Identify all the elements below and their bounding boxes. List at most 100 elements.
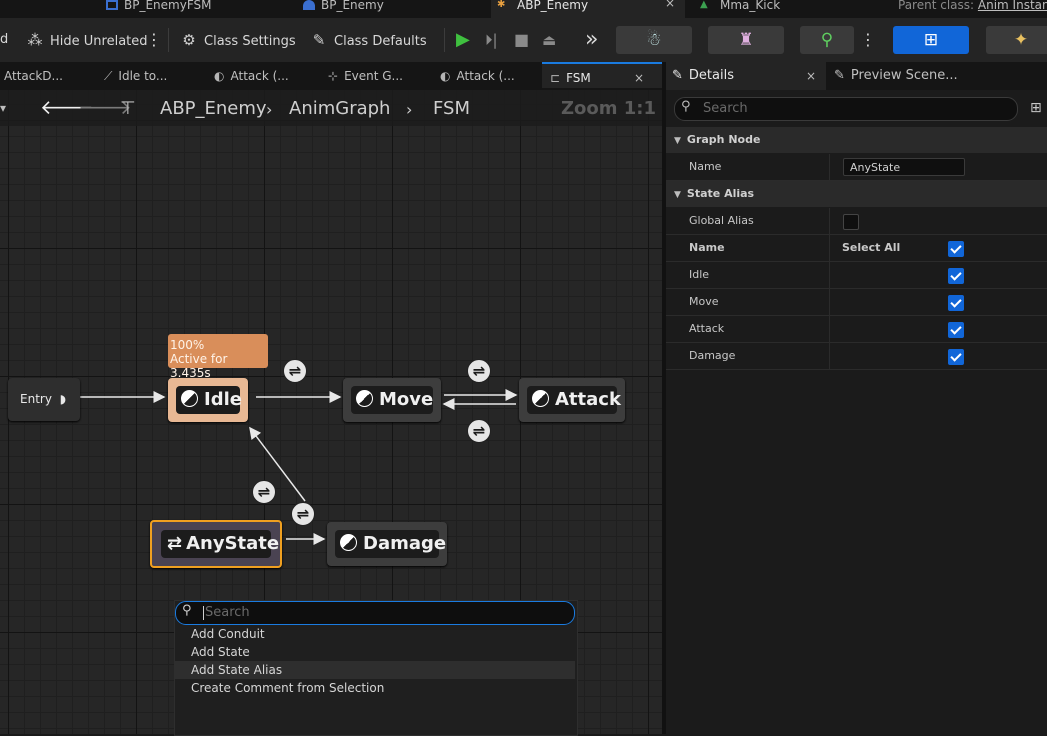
- section-graph-node[interactable]: ▼ Graph Node: [666, 127, 1047, 153]
- state-node-idle[interactable]: Idle: [168, 378, 248, 422]
- mesh-mode-button[interactable]: ♜: [708, 26, 784, 54]
- context-search-field[interactable]: ⚲ Search: [175, 601, 575, 625]
- blueprint-icon: [303, 0, 315, 10]
- doc-tab-event-graph[interactable]: ⊹ Event G...: [328, 62, 428, 90]
- text-cursor: [203, 606, 204, 620]
- eject-icon[interactable]: ⏏: [542, 26, 556, 54]
- row-state-attack: Attack: [666, 316, 1047, 343]
- state-node-damage[interactable]: Damage: [327, 522, 447, 566]
- skeleton-mode-button[interactable]: ☃: [616, 26, 692, 54]
- row-global-alias: Global Alias: [666, 208, 1047, 235]
- state-icon: ◐: [214, 69, 225, 83]
- breadcrumb-abp-enemy[interactable]: ABP_Enemy: [160, 98, 267, 119]
- blueprint-icon: [106, 0, 118, 10]
- transition-rule-icon[interactable]: ⇌: [283, 359, 307, 383]
- row-state-move: Move: [666, 289, 1047, 316]
- toolbar-divider: [168, 28, 169, 52]
- select-all-checkbox[interactable]: [948, 241, 964, 257]
- details-panel: ✎ Details × ✎ Preview Scene... ⚲ Search ⊞ …: [666, 62, 1047, 734]
- transition-rule-icon[interactable]: ⇌: [467, 359, 491, 383]
- state-machine-icon: ⊤: [120, 98, 136, 119]
- row-name: Name AnyState: [666, 154, 1047, 181]
- asset-tab-bp-enemy[interactable]: BP_Enemy: [303, 0, 473, 18]
- entry-output-pin-icon[interactable]: ◗: [60, 392, 66, 406]
- asset-tab-bar: BP_EnemyFSM BP_Enemy ✱ ABP_Enemy × ▲ Mma_K…: [0, 0, 1047, 18]
- state-icon: [181, 390, 198, 407]
- breadcrumb-animgraph[interactable]: AnimGraph: [289, 98, 390, 119]
- state-idle-checkbox[interactable]: [948, 268, 964, 284]
- breadcrumb-fsm[interactable]: FSM: [433, 98, 470, 119]
- mesh-icon: ♜: [738, 30, 754, 50]
- breadcrumb-bar: ▾ 🡐 🡒 ⊤ ABP_Enemy › AnimGraph › FSM Zoom…: [0, 90, 662, 126]
- transition-icon: ⟋: [104, 69, 113, 83]
- state-icon: [532, 390, 549, 407]
- graph-context-menu: ⚲ Search Add Conduit Add State Add State…: [174, 600, 578, 736]
- state-icon: [340, 534, 357, 551]
- transition-rule-icon[interactable]: ⇌: [252, 480, 276, 504]
- running-figure-icon: ⚲: [820, 30, 834, 50]
- row-state-idle: Idle: [666, 262, 1047, 289]
- pencil-ruler-icon: ✎: [312, 31, 326, 49]
- step-icon[interactable]: ⏵|: [485, 26, 498, 54]
- toolbar-cut-off-button[interactable]: d: [0, 26, 8, 54]
- state-node-move[interactable]: Move: [343, 378, 441, 422]
- animation-mode-button[interactable]: ⚲: [800, 26, 854, 54]
- doc-tab-attack-1[interactable]: ◐ Attack (...: [214, 62, 314, 90]
- history-dropdown-icon[interactable]: ▾: [0, 101, 6, 115]
- expand-toolbar-icon[interactable]: »: [585, 26, 598, 54]
- class-settings-button[interactable]: ⚙ Class Settings: [180, 26, 295, 54]
- play-icon[interactable]: ▶: [456, 26, 470, 54]
- doc-tab-attackd[interactable]: AttackD...: [4, 62, 94, 90]
- pencil-icon: ✎: [672, 68, 683, 83]
- transition-rule-icon[interactable]: ⇌: [291, 502, 315, 526]
- details-panel-tabs: ✎ Details × ✎ Preview Scene...: [666, 62, 1047, 90]
- hide-unrelated-button[interactable]: ⁂ Hide Unrelated: [26, 26, 148, 54]
- two-way-arrow-icon: ⇄: [167, 533, 183, 554]
- collapse-arrow-icon: ▼: [674, 136, 681, 146]
- state-node-attack[interactable]: Attack: [519, 378, 625, 422]
- hide-unrelated-options-icon[interactable]: ⋮: [146, 26, 162, 54]
- doc-tab-fsm[interactable]: ⊏ FSM ×: [542, 62, 662, 88]
- animation-mode-options-icon[interactable]: ⋮: [860, 26, 876, 54]
- state-node-anystate[interactable]: ⇄ AnyState: [150, 520, 282, 568]
- asset-tab-mma-kick[interactable]: ▲ Mma_Kick: [700, 0, 880, 18]
- search-icon: ⚲: [182, 603, 192, 618]
- section-state-alias[interactable]: ▼ State Alias: [666, 181, 1047, 207]
- event-graph-icon: ⊹: [328, 69, 339, 83]
- menu-item-add-conduit[interactable]: Add Conduit: [175, 625, 575, 643]
- idle-debug-bubble: 100% Active for 3.435s: [168, 334, 268, 380]
- close-tab-icon[interactable]: ×: [634, 64, 644, 92]
- doc-tab-attack-2[interactable]: ◐ Attack (...: [440, 62, 540, 90]
- doc-tab-idle-to[interactable]: ⟋ Idle to...: [104, 62, 204, 90]
- anim-blueprint-icon: ✱: [497, 0, 506, 10]
- tab-preview-scene[interactable]: ✎ Preview Scene...: [830, 62, 1010, 90]
- class-defaults-button[interactable]: ✎ Class Defaults: [310, 26, 427, 54]
- asset-tab-abp-enemy[interactable]: ✱ ABP_Enemy ×: [491, 0, 685, 18]
- pencil-icon: ✎: [834, 68, 845, 83]
- menu-item-create-comment[interactable]: Create Comment from Selection: [175, 679, 575, 697]
- state-move-checkbox[interactable]: [948, 295, 964, 311]
- collapse-arrow-icon: ▼: [674, 190, 681, 200]
- physics-icon: ✦: [1013, 30, 1029, 50]
- blueprint-mode-button[interactable]: ⊞: [893, 26, 969, 54]
- entry-node[interactable]: Entry ◗: [8, 378, 80, 421]
- close-tab-icon[interactable]: ×: [806, 62, 816, 90]
- row-state-damage: Damage: [666, 343, 1047, 370]
- asset-tab-bp-enemyfsm[interactable]: BP_EnemyFSM: [106, 0, 286, 18]
- close-tab-icon[interactable]: ×: [665, 0, 675, 9]
- property-matrix-icon[interactable]: ⊞: [1030, 100, 1042, 116]
- transition-rule-icon[interactable]: ⇌: [467, 419, 491, 443]
- physics-mode-button[interactable]: ✦: [986, 26, 1047, 54]
- details-search-input[interactable]: ⚲ Search: [674, 97, 1018, 121]
- menu-item-add-state-alias[interactable]: Add State Alias: [175, 661, 575, 679]
- stop-icon[interactable]: ■: [514, 26, 529, 54]
- global-alias-checkbox[interactable]: [843, 214, 859, 230]
- state-damage-checkbox[interactable]: [948, 349, 964, 365]
- menu-item-add-state[interactable]: Add State: [175, 643, 575, 661]
- tab-details[interactable]: ✎ Details ×: [666, 62, 826, 90]
- state-machine-icon: ⊏: [550, 71, 561, 85]
- toolbar-divider: [444, 28, 445, 52]
- state-attack-checkbox[interactable]: [948, 322, 964, 338]
- name-text-field[interactable]: AnyState: [843, 158, 965, 176]
- skeleton-icon: ☃: [646, 30, 662, 50]
